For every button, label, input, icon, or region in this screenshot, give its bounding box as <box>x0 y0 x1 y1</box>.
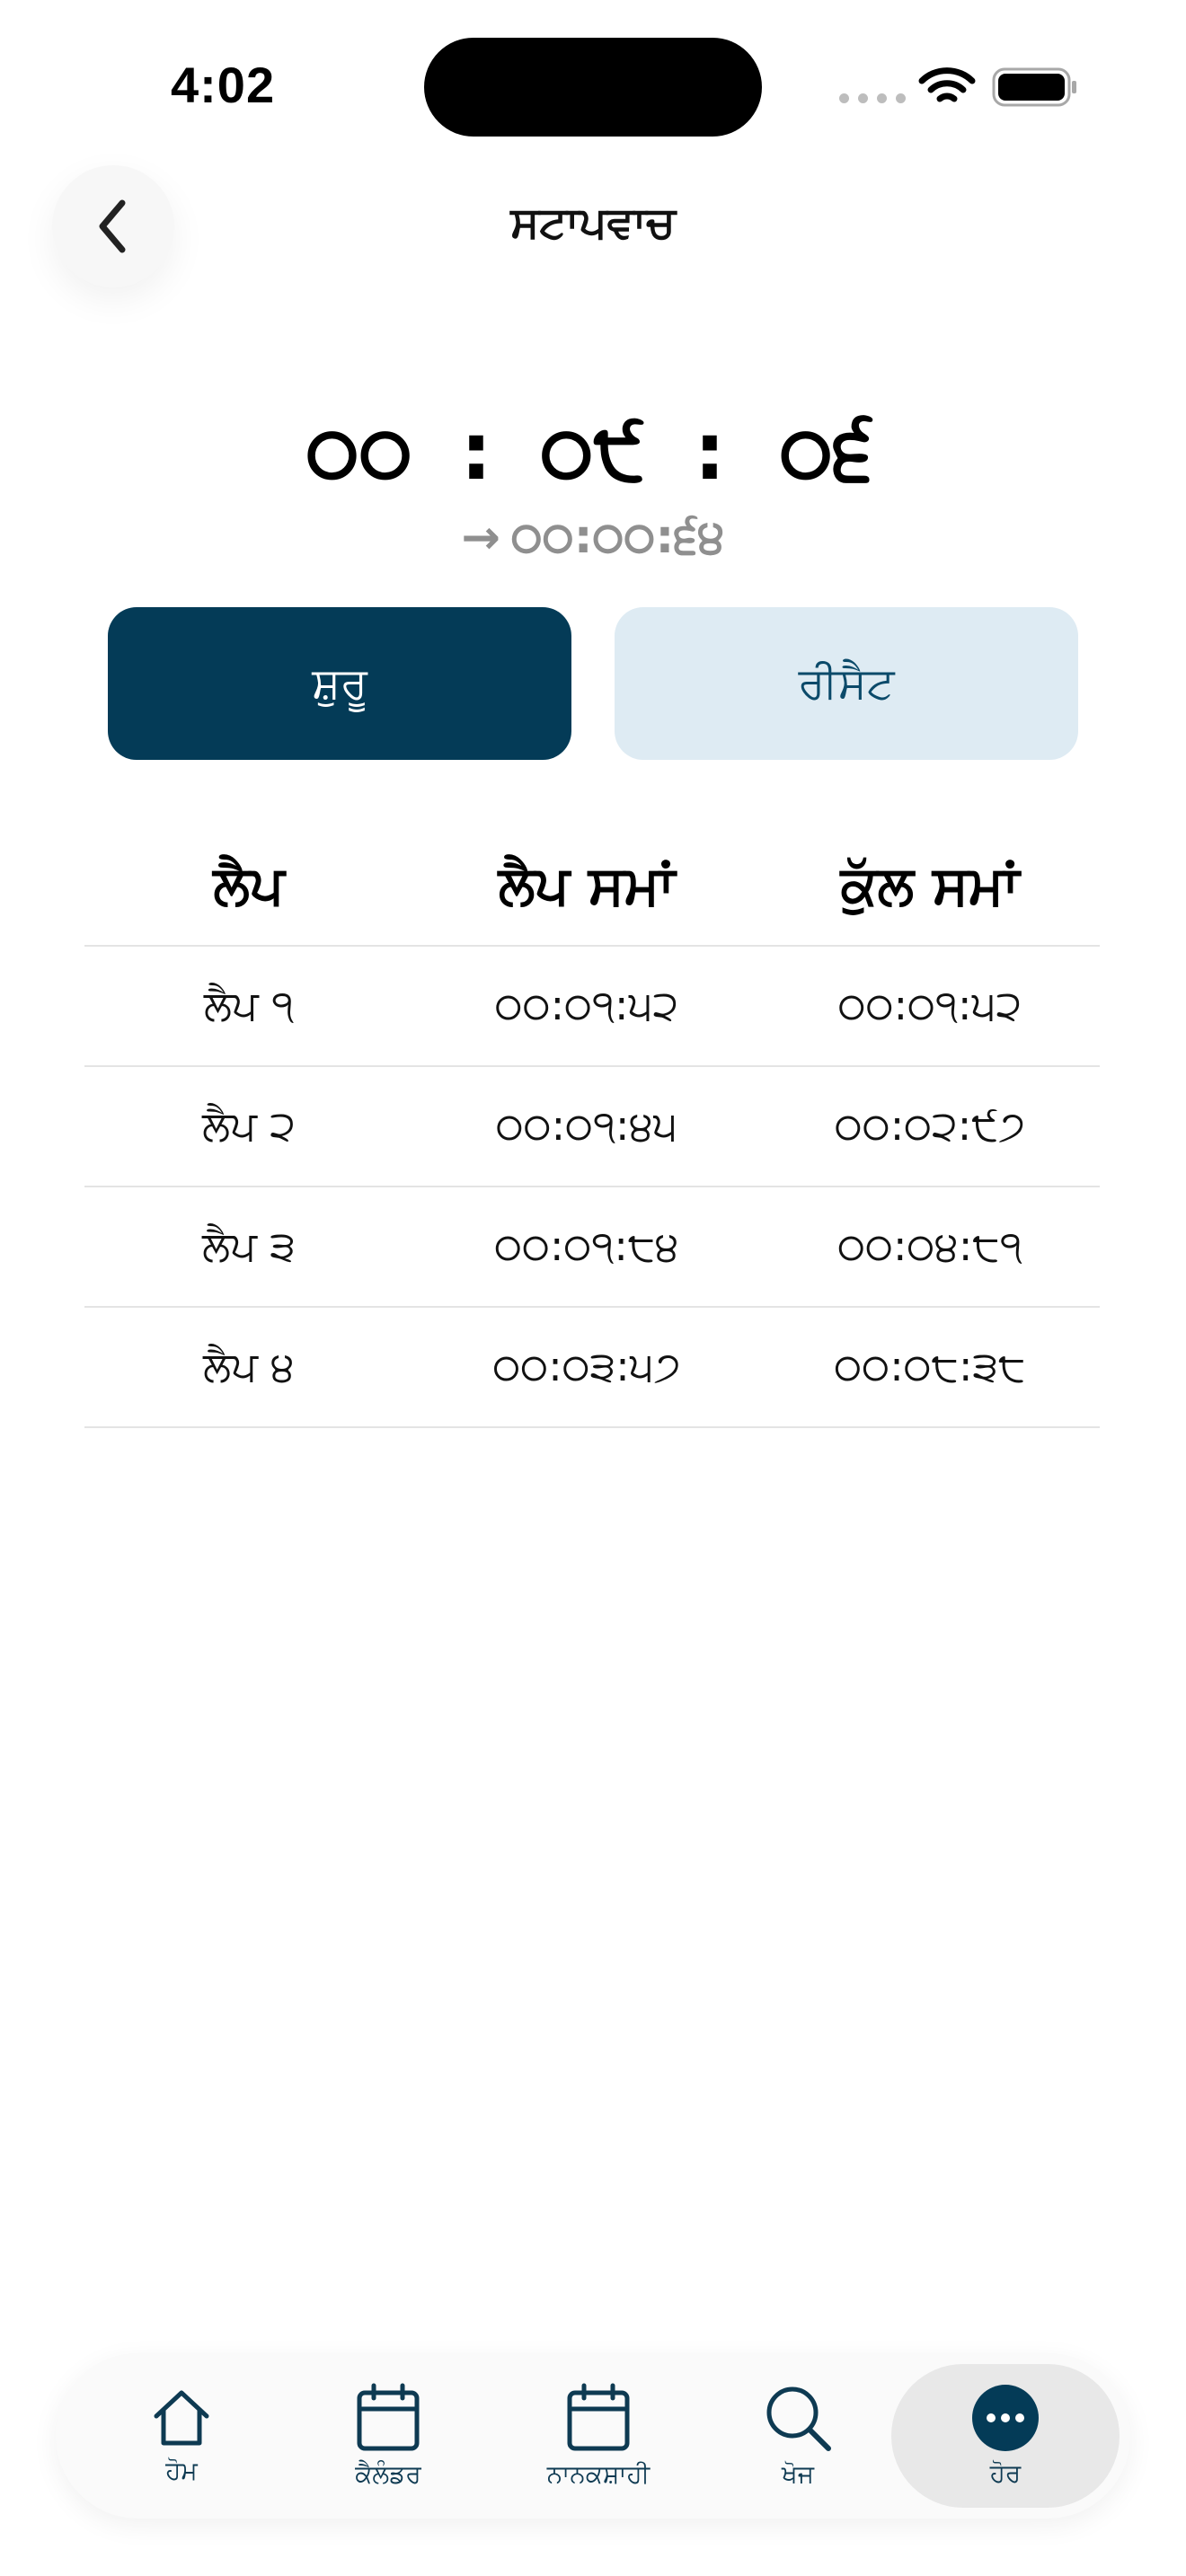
wifi-icon <box>918 67 976 102</box>
tab-search[interactable]: ਖੋਜ <box>726 2353 870 2519</box>
timer-separator: : <box>694 405 726 498</box>
lap-label: ਲੈਪ ੧ <box>203 981 295 1029</box>
more-icon <box>972 2385 1039 2451</box>
lap-time: ੦੦:੦੧:੪੫ <box>495 1101 678 1150</box>
tab-calendar[interactable]: ਕੈਲੰਡਰ <box>316 2353 460 2519</box>
lap-time: ੦੦:੦੧:੮੪ <box>494 1222 679 1270</box>
lap-time: ੦੦:੦੩:੫੭ <box>492 1342 681 1390</box>
timer-separator: : <box>460 405 492 498</box>
total-time: ੦੦:੦੮:੩੮ <box>834 1342 1026 1390</box>
table-row: ਲੈਪ ੧ ੦੦:੦੧:੫੨ ੦੦:੦੧:੫੨ <box>84 947 1100 1067</box>
page-title: ਸਟਾਪਵਾਚ <box>510 198 676 248</box>
tab-label: ਖੋਜ <box>781 2459 815 2489</box>
search-icon <box>766 2386 831 2451</box>
timer-minutes: ੦੯ <box>540 404 646 497</box>
lap-table: ਲੈਪ ਲੈਪ ਸਮਾਂ ਕੁੱਲ ਸਮਾਂ ਲੈਪ ੧ ੦੦:੦੧:੫੨ ੦੦… <box>84 826 1100 1428</box>
table-row: ਲੈਪ ੨ ੦੦:੦੧:੪੫ ੦੦:੦੨:੯੭ <box>84 1067 1100 1187</box>
cellular-signal-icon <box>839 93 906 103</box>
timer-display: ੦੦ : ੦੯ : ੦੬ <box>0 404 1186 498</box>
status-time: 4:02 <box>171 57 276 113</box>
tab-home[interactable]: ਹੋਮ <box>110 2353 253 2519</box>
total-time: ੦੦:੦੨:੯੭ <box>834 1101 1026 1150</box>
lap-label: ਲੈਪ ੪ <box>203 1342 295 1390</box>
lap-table-header: ਲੈਪ ਲੈਪ ਸਮਾਂ ਕੁੱਲ ਸਮਾਂ <box>84 826 1100 947</box>
column-header-total-time: ਕੁੱਲ ਸਮਾਂ <box>840 854 1020 917</box>
lap-label: ਲੈਪ ੩ <box>201 1222 296 1270</box>
start-button[interactable]: ਸ਼ੁਰੂ <box>108 607 571 760</box>
arrow-right-icon: → <box>461 510 500 565</box>
battery-icon <box>992 67 1076 107</box>
dynamic-island <box>424 38 762 137</box>
lap-time: ੦੦:੦੧:੫੨ <box>494 981 679 1029</box>
table-row: ਲੈਪ ੩ ੦੦:੦੧:੮੪ ੦੦:੦੪:੮੧ <box>84 1187 1100 1308</box>
tab-label: ਕੈਲੰਡਰ <box>355 2459 421 2489</box>
home-icon <box>154 2390 209 2446</box>
elapsed-value: ੦੦:੦੦:੬੪ <box>510 510 725 564</box>
reset-button[interactable]: ਰੀਸੈਟ <box>615 607 1078 760</box>
tab-label: ਹੋਰ <box>989 2458 1022 2488</box>
total-time: ੦੦:੦੧:੫੨ <box>837 981 1022 1029</box>
calendar-icon <box>357 2383 420 2451</box>
column-header-lap: ਲੈਪ <box>213 854 285 917</box>
timer-hours: ੦੦ <box>305 404 413 497</box>
calendar-icon <box>567 2383 630 2451</box>
column-header-lap-time: ਲੈਪ ਸਮਾਂ <box>498 854 676 917</box>
total-time: ੦੦:੦੪:੮੧ <box>837 1222 1022 1270</box>
tab-label: ਹੋਮ <box>165 2456 198 2485</box>
tab-more[interactable]: ਹੋਰ <box>891 2364 1120 2508</box>
tab-label: ਨਾਨਕਸ਼ਾਹੀ <box>546 2459 651 2489</box>
timer-seconds: ੦੬ <box>780 404 873 497</box>
elapsed-time: → ੦੦:੦੦:੬੪ <box>0 510 1186 565</box>
tab-nanakshahi[interactable]: ਨਾਨਕਸ਼ਾਹੀ <box>509 2353 688 2519</box>
table-row: ਲੈਪ ੪ ੦੦:੦੩:੫੭ ੦੦:੦੮:੩੮ <box>84 1308 1100 1428</box>
lap-label: ਲੈਪ ੨ <box>201 1101 296 1150</box>
tab-bar: ਹੋਮ ਕੈਲੰਡਰ ਨਾਨਕਸ਼ਾਹੀ ਖੋਜ ਹੋਰ <box>56 2353 1130 2519</box>
